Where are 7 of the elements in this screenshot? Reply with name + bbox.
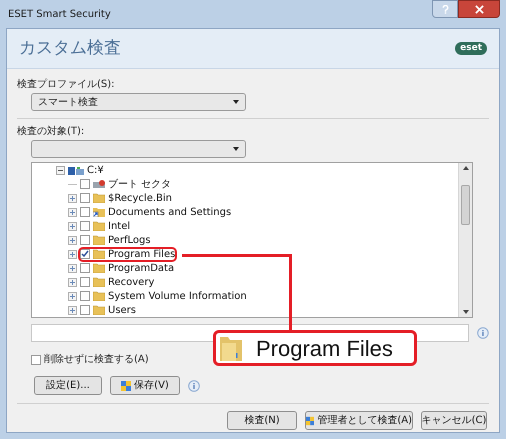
callout-label: Program Files [256,334,393,363]
field-label: 検査プロファイル(S): [17,79,116,91]
checkbox-label: 削除せずに検査する(A) [44,352,149,367]
field-label: 検査の対象(T): [17,126,86,138]
window-title: ESET Smart Security [8,8,111,22]
page-title: カスタム検査 [19,36,121,60]
brand-logo: eset [455,42,487,55]
